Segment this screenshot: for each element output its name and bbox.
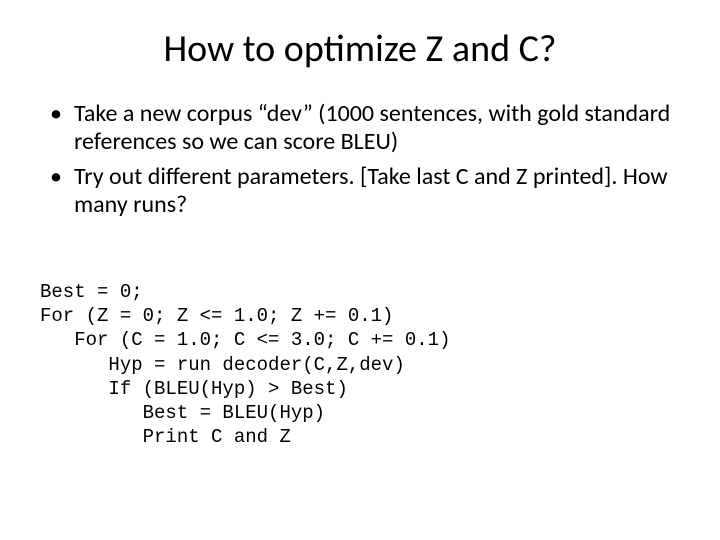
- code-line: For (Z = 0; Z <= 1.0; Z += 0.1): [40, 305, 393, 327]
- bullet-item: Take a new corpus “dev” (1000 sentences,…: [48, 100, 672, 157]
- code-line: Hyp = run decoder(C,Z,dev): [40, 354, 405, 376]
- bullet-item: Try out different parameters. [Take last…: [48, 163, 672, 220]
- code-line: Best = 0;: [40, 281, 143, 303]
- code-line: Best = BLEU(Hyp): [40, 402, 325, 424]
- code-line: Print C and Z: [40, 426, 291, 448]
- code-line: If (BLEU(Hyp) > Best): [40, 378, 348, 400]
- code-block: Best = 0; For (Z = 0; Z <= 1.0; Z += 0.1…: [40, 255, 672, 450]
- slide-title: How to optimize Z and C?: [48, 26, 672, 72]
- code-line: For (C = 1.0; C <= 3.0; C += 0.1): [40, 329, 450, 351]
- slide: How to optimize Z and C? Take a new corp…: [0, 0, 720, 540]
- bullet-list: Take a new corpus “dev” (1000 sentences,…: [48, 100, 672, 219]
